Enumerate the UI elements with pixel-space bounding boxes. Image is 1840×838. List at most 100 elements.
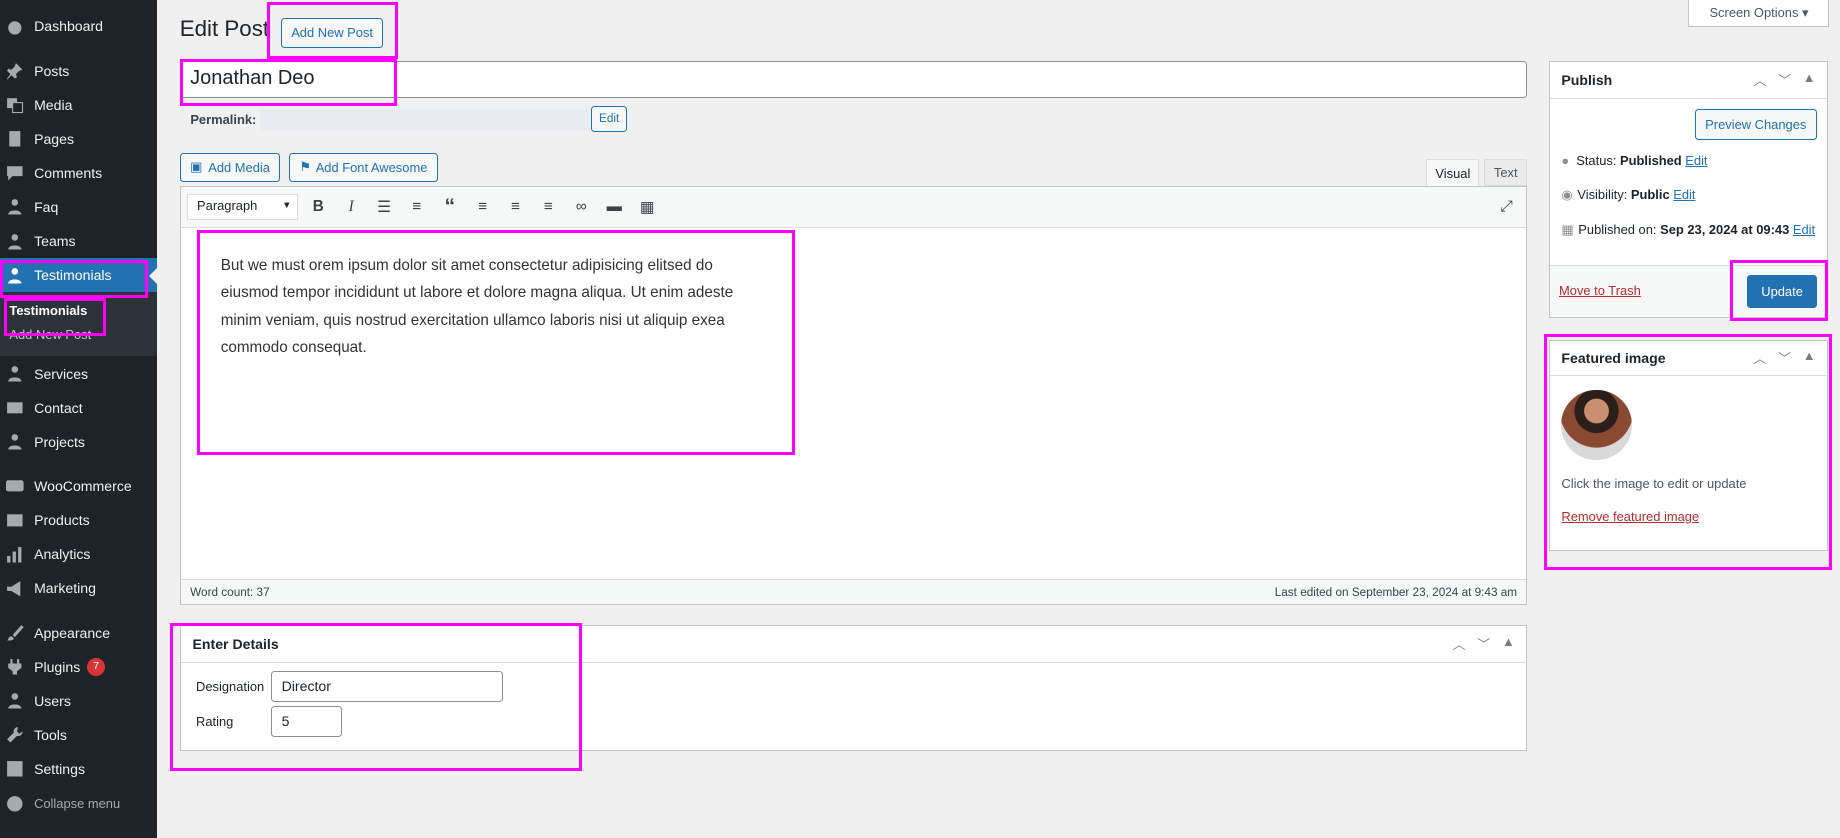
menu-teams[interactable]: Teams (0, 224, 157, 258)
preview-changes-button[interactable]: Preview Changes (1694, 109, 1817, 140)
page-title: Edit Post (179, 16, 270, 42)
pin-icon (6, 62, 25, 81)
update-button[interactable]: Update (1747, 274, 1817, 308)
link-icon[interactable]: ∞ (568, 194, 594, 220)
menu-posts[interactable]: Posts (0, 54, 157, 88)
toolbar-toggle-icon[interactable]: ▦ (634, 194, 660, 220)
editor-content[interactable]: But we must orem ipsum dolor sit amet co… (221, 252, 773, 360)
align-center-icon[interactable]: ≡ (503, 194, 529, 220)
menu-testimonials[interactable]: Testimonials (0, 258, 158, 293)
fullscreen-icon[interactable]: ⤢ (1494, 194, 1520, 220)
comment-icon (6, 164, 25, 183)
user-icon (6, 432, 25, 451)
settings-icon (6, 760, 25, 779)
remove-featured-image-link[interactable]: Remove featured image (1561, 509, 1699, 524)
permalink-url[interactable] (259, 109, 589, 131)
menu-products[interactable]: Products (0, 503, 157, 537)
archive-icon (6, 511, 25, 530)
published-row: ▦ Published on: Sep 23, 2024 at 09:43 Edi… (1561, 221, 1816, 237)
chart-bar-icon (6, 545, 25, 564)
featured-image-thumbnail[interactable] (1561, 389, 1632, 461)
chevron-down-icon[interactable]: ﹀ (1778, 348, 1791, 367)
featured-image-title: Featured image (1561, 349, 1666, 366)
italic-icon[interactable]: I (338, 194, 364, 220)
permalink-edit-button[interactable]: Edit (591, 105, 628, 132)
user-icon (6, 198, 25, 217)
numbered-list-icon[interactable]: ≡ (404, 194, 430, 220)
move-to-trash-link[interactable]: Move to Trash (1559, 283, 1641, 298)
menu-pages[interactable]: Pages (0, 122, 157, 156)
designation-label: Designation (196, 678, 265, 694)
read-more-icon[interactable]: ▬ (601, 194, 627, 220)
chevron-down-icon[interactable]: ﹀ (1477, 634, 1490, 653)
chevron-up-icon[interactable]: ︿ (1753, 70, 1766, 89)
align-left-icon[interactable]: ≡ (470, 194, 496, 220)
menu-dashboard[interactable]: Dashboard (0, 9, 157, 43)
plug-icon (6, 658, 25, 677)
menu-analytics[interactable]: Analytics (0, 537, 157, 571)
menu-contact[interactable]: Contact (0, 391, 157, 425)
status-edit-link[interactable]: Edit (1685, 153, 1707, 168)
menu-comments[interactable]: Comments (0, 156, 157, 190)
admin-sidebar: Dashboard Posts Media Pages Comments Faq… (0, 0, 158, 838)
add-font-awesome-button[interactable]: ⚑ Add Font Awesome (289, 152, 438, 183)
tab-text[interactable]: Text (1484, 158, 1528, 186)
woo-icon (6, 477, 25, 496)
visibility-edit-link[interactable]: Edit (1673, 187, 1695, 202)
menu-media[interactable]: Media (0, 88, 157, 122)
blockquote-icon[interactable]: “ (437, 194, 463, 220)
chevron-down-icon[interactable]: ﹀ (1778, 70, 1791, 89)
menu-plugins[interactable]: Plugins 7 (0, 650, 157, 684)
screen-options-button[interactable]: Screen Options ▾ (1688, 0, 1830, 28)
menu-projects[interactable]: Projects (0, 425, 157, 459)
media-icon: ▣ (190, 159, 203, 175)
add-new-post-button[interactable]: Add New Post (280, 17, 384, 49)
toggle-panel-icon[interactable]: ▲ (1803, 70, 1816, 89)
chevron-down-icon: ▼ (282, 199, 292, 211)
dashboard-icon (6, 17, 25, 36)
chevron-up-icon[interactable]: ︿ (1453, 634, 1466, 653)
menu-appearance[interactable]: Appearance (0, 616, 157, 650)
wrench-icon (6, 726, 25, 745)
align-right-icon[interactable]: ≡ (536, 194, 562, 220)
tab-visual[interactable]: Visual (1426, 158, 1480, 187)
rating-input[interactable]: 5 (271, 705, 342, 737)
status-row: ● Status: Published Edit (1561, 152, 1708, 168)
update-count-badge: 7 (87, 658, 105, 676)
toggle-panel-icon[interactable]: ▲ (1502, 634, 1515, 653)
editor-toolbar: Paragraph ▼ B I ☰ ≡ “ ≡ ≡ ≡ ∞ ▬ ▦ ⤢ (180, 186, 1527, 228)
submenu-item-add-new-post[interactable]: Add New Post (0, 323, 157, 347)
featured-image-box: Featured image ︿ ﹀ ▲ Click the image to edi… (1548, 339, 1829, 552)
submenu-testimonials: Testimonials Add New Post (0, 292, 158, 357)
toggle-panel-icon[interactable]: ▲ (1803, 348, 1816, 367)
chevron-up-icon[interactable]: ︿ (1753, 348, 1766, 367)
user-icon (6, 232, 25, 251)
menu-faq[interactable]: Faq (0, 190, 157, 224)
featured-image-hint: Click the image to edit or update (1561, 475, 1747, 491)
bullet-list-icon[interactable]: ☰ (371, 194, 397, 220)
add-media-button[interactable]: ▣ Add Media (179, 152, 281, 183)
date-edit-link[interactable]: Edit (1793, 222, 1815, 237)
editor-statusbar: Word count: 37 Last edited on September … (180, 579, 1527, 605)
calendar-icon: ▦ (1561, 221, 1574, 237)
collapse-menu-button[interactable]: Collapse menu (0, 786, 157, 820)
menu-tools[interactable]: Tools (0, 718, 157, 752)
format-select[interactable]: Paragraph ▼ (186, 193, 299, 220)
menu-marketing[interactable]: Marketing (0, 571, 157, 605)
user-icon (6, 692, 25, 711)
menu-services[interactable]: Services (0, 356, 157, 390)
menu-woocommerce[interactable]: WooCommerce (0, 469, 157, 503)
menu-users[interactable]: Users (0, 684, 157, 718)
publish-title: Publish (1561, 71, 1613, 88)
mail-icon (6, 398, 25, 417)
flag-icon: ⚑ (299, 159, 311, 175)
bold-icon[interactable]: B (305, 194, 331, 220)
rating-label: Rating (196, 714, 234, 730)
last-edited: Last edited on September 23, 2024 at 9:4… (1274, 585, 1518, 599)
submenu-item-testimonials[interactable]: Testimonials (0, 298, 157, 322)
brush-icon (6, 624, 25, 643)
media-icon (6, 96, 25, 115)
post-title-input[interactable]: Jonathan Deo (179, 61, 1528, 98)
menu-settings[interactable]: Settings (0, 752, 157, 786)
designation-input[interactable]: Director (271, 670, 503, 703)
